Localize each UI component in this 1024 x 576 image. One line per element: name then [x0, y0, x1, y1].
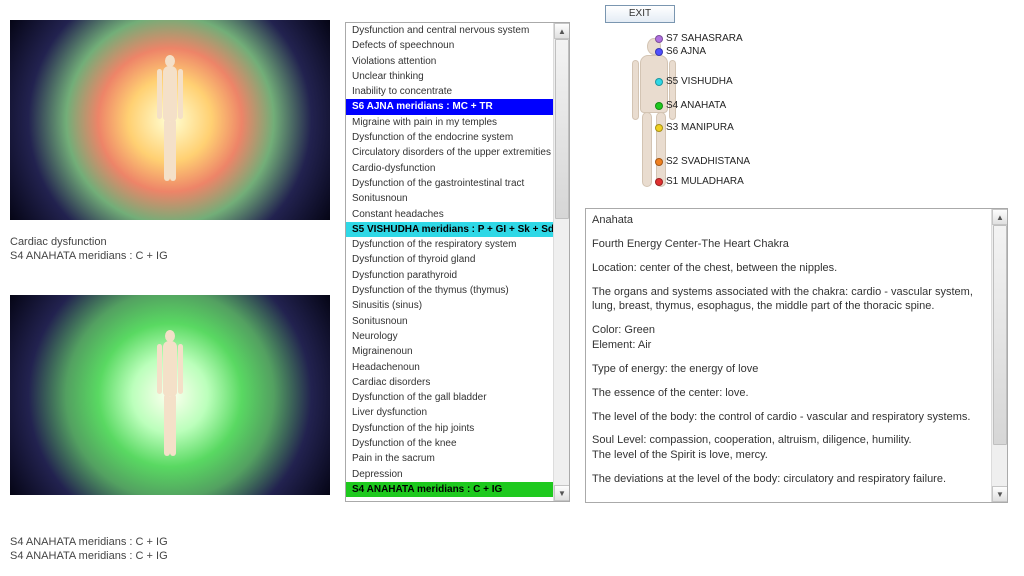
- body-figure-top: [156, 55, 184, 185]
- list-item[interactable]: Unclear thinking: [346, 69, 553, 84]
- chakra-label-text: S1 MULADHARA: [666, 176, 744, 187]
- chakra-label-text: S7 SAHASRARA: [666, 33, 743, 44]
- chakra-dot-icon: [655, 102, 663, 110]
- chakra-dot-icon: [655, 35, 663, 43]
- scroll-down-icon[interactable]: ▼: [992, 486, 1008, 502]
- chakra-label-text: S3 MANIPURA: [666, 122, 734, 133]
- list-item[interactable]: Migraine with pain in my temples: [346, 115, 553, 130]
- list-item[interactable]: Depression: [346, 467, 553, 482]
- caption-bottom-2: S4 ANAHATA meridians : C + IG: [10, 550, 168, 562]
- scroll-thumb[interactable]: [555, 39, 569, 219]
- desc-scrollbar[interactable]: ▲ ▼: [991, 209, 1007, 502]
- desc-line: The deviations at the level of the body:…: [592, 472, 987, 487]
- list-item[interactable]: Violations attention: [346, 54, 553, 69]
- desc-line: The organs and systems associated with t…: [592, 285, 987, 315]
- chakra-dot-icon: [655, 158, 663, 166]
- list-item[interactable]: Sonitusnoun: [346, 314, 553, 329]
- desc-line: Soul Level: compassion, cooperation, alt…: [592, 433, 987, 463]
- desc-line: The deviations at the level of the soul:…: [592, 496, 987, 498]
- list-item[interactable]: S5 VISHUDHA meridians : P + GI + Sk + Sd: [346, 222, 553, 237]
- chakra-label: S3 MANIPURA: [655, 122, 734, 133]
- chakra-label: S4 ANAHATA: [655, 100, 726, 111]
- app-canvas: EXIT Cardiac dysfunction S4 ANAHATA meri…: [0, 0, 1024, 576]
- list-item[interactable]: Constant headaches: [346, 207, 553, 222]
- caption-mid-1: Cardiac dysfunction: [10, 236, 107, 248]
- list-item[interactable]: Pain in the sacrum: [346, 451, 553, 466]
- list-item[interactable]: Cardio-dysfunction: [346, 161, 553, 176]
- desc-line: Type of energy: the energy of love: [592, 362, 987, 377]
- caption-bottom-1: S4 ANAHATA meridians : C + IG: [10, 536, 168, 548]
- chakra-label-text: S6 AJNA: [666, 46, 706, 57]
- listbox-scrollbar[interactable]: ▲ ▼: [553, 23, 569, 501]
- list-item[interactable]: Inability to concentrate: [346, 84, 553, 99]
- list-item[interactable]: Defects of speechnoun: [346, 38, 553, 53]
- chakra-label-text: S5 VISHUDHA: [666, 76, 733, 87]
- chakra-dot-icon: [655, 178, 663, 186]
- list-item[interactable]: Dysfunction of the thymus (thymus): [346, 283, 553, 298]
- list-item[interactable]: Dysfunction of the hip joints: [346, 421, 553, 436]
- chakra-label: S7 SAHASRARA: [655, 33, 743, 44]
- list-item[interactable]: Dysfunction of the gall bladder: [346, 390, 553, 405]
- chakra-map: S7 SAHASRARA S6 AJNA S5 VISHUDHA S4 ANAHATA…: [600, 28, 750, 198]
- desc-span: Element: Air: [592, 339, 651, 351]
- aura-image-top: [10, 20, 330, 220]
- list-item[interactable]: Dysfunction of the endocrine system: [346, 130, 553, 145]
- desc-line: Fourth Energy Center-The Heart Chakra: [592, 237, 987, 252]
- chakra-label: S6 AJNA: [655, 46, 706, 57]
- desc-span: The level of the Spirit is love, mercy.: [592, 449, 768, 461]
- scroll-thumb[interactable]: [993, 225, 1007, 445]
- caption-mid-2: S4 ANAHATA meridians : C + IG: [10, 250, 168, 262]
- list-item[interactable]: Dysfunction and central nervous system: [346, 23, 553, 38]
- list-item[interactable]: Dysfunction parathyroid: [346, 268, 553, 283]
- list-item[interactable]: Sonitusnoun: [346, 191, 553, 206]
- desc-line: The essence of the center: love.: [592, 386, 987, 401]
- desc-line: The level of the body: the control of ca…: [592, 410, 987, 425]
- chakra-label-text: S4 ANAHATA: [666, 100, 726, 111]
- dysfunction-listbox[interactable]: Dysfunction and central nervous systemDe…: [345, 22, 570, 502]
- list-item[interactable]: S4 ANAHATA meridians : C + IG: [346, 482, 553, 497]
- list-item[interactable]: Sinusitis (sinus): [346, 298, 553, 313]
- body-figure-bottom: [156, 330, 184, 460]
- chakra-label-text: S2 SVADHISTANA: [666, 156, 750, 167]
- list-item[interactable]: S6 AJNA meridians : MC + TR: [346, 99, 553, 114]
- desc-span: Soul Level: compassion, cooperation, alt…: [592, 434, 912, 446]
- chakra-label: S1 MULADHARA: [655, 176, 744, 187]
- scroll-up-icon[interactable]: ▲: [554, 23, 570, 39]
- desc-span: Color: Green: [592, 324, 655, 336]
- list-item[interactable]: Neurology: [346, 329, 553, 344]
- list-item[interactable]: Headachenoun: [346, 360, 553, 375]
- list-item[interactable]: Dysfunction of the knee: [346, 436, 553, 451]
- scroll-down-icon[interactable]: ▼: [554, 485, 570, 501]
- list-item[interactable]: Cardiac disorders: [346, 375, 553, 390]
- aura-image-bottom: [10, 295, 330, 495]
- list-item[interactable]: Liver dysfunction: [346, 405, 553, 420]
- desc-title: Anahata: [592, 213, 987, 228]
- list-item[interactable]: Dysfunction of the gastrointestinal trac…: [346, 176, 553, 191]
- scroll-up-icon[interactable]: ▲: [992, 209, 1008, 225]
- desc-line: Color: Green Element: Air: [592, 323, 987, 353]
- list-item[interactable]: Circulatory disorders of the upper extre…: [346, 145, 553, 160]
- exit-button[interactable]: EXIT: [605, 5, 675, 23]
- description-panel[interactable]: Anahata Fourth Energy Center-The Heart C…: [585, 208, 1008, 503]
- chakra-dot-icon: [655, 78, 663, 86]
- desc-line: Location: center of the chest, between t…: [592, 261, 987, 276]
- chakra-label: S2 SVADHISTANA: [655, 156, 750, 167]
- chakra-label: S5 VISHUDHA: [655, 76, 733, 87]
- list-item[interactable]: Migrainenoun: [346, 344, 553, 359]
- chakra-dot-icon: [655, 124, 663, 132]
- chakra-figure: [630, 36, 678, 191]
- list-item[interactable]: Dysfunction of the respiratory system: [346, 237, 553, 252]
- list-item[interactable]: Dysfunction of thyroid gland: [346, 252, 553, 267]
- chakra-dot-icon: [655, 48, 663, 56]
- description-text: Anahata Fourth Energy Center-The Heart C…: [592, 213, 987, 498]
